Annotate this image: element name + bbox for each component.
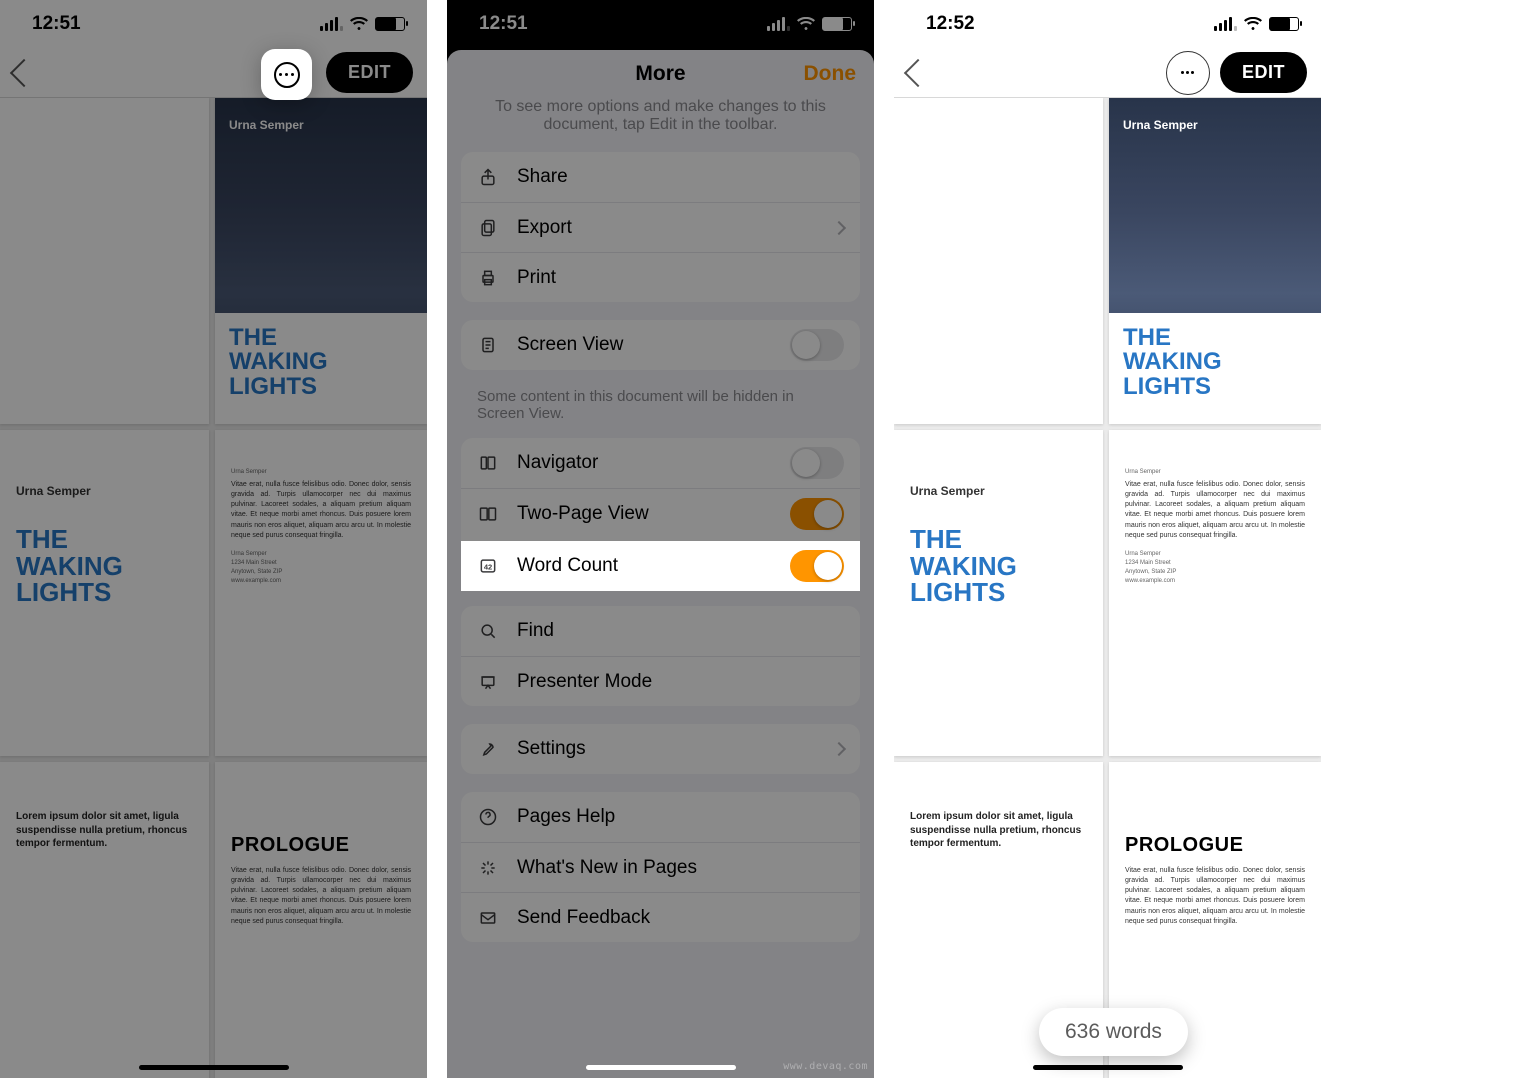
page-title: THE WAKING LIGHTS (910, 526, 1017, 606)
chevron-right-icon (832, 742, 846, 756)
ellipsis-icon (1181, 71, 1194, 74)
screen-view-note: Some content in this document will be hi… (447, 388, 874, 438)
share-icon (477, 166, 499, 188)
group-settings: Settings (461, 724, 860, 774)
hero-title: THE WAKING LIGHTS (229, 326, 328, 399)
battery-icon (375, 17, 405, 31)
status-time: 12:51 (32, 13, 81, 35)
wifi-icon (350, 17, 368, 31)
status-time: 12:51 (479, 13, 528, 35)
screen-view-icon (477, 334, 499, 356)
home-indicator[interactable] (586, 1065, 736, 1070)
status-bar: 12:52 (894, 0, 1321, 48)
toolbar: EDIT (894, 48, 1321, 98)
print-row[interactable]: Print (461, 252, 860, 302)
whats-new-row[interactable]: What's New in Pages (461, 842, 860, 892)
export-icon (477, 217, 499, 239)
word-count-icon: 42 (477, 555, 499, 577)
battery-icon (822, 17, 852, 31)
wifi-icon (797, 17, 815, 31)
sheet-hint: To see more options and make changes to … (447, 98, 874, 152)
presenter-row[interactable]: Presenter Mode (461, 656, 860, 706)
more-button[interactable] (1166, 51, 1210, 95)
mail-icon (477, 907, 499, 929)
screen-view-row[interactable]: Screen View (461, 320, 860, 370)
hero-author: Urna Semper (1123, 118, 1198, 132)
presenter-icon (477, 671, 499, 693)
ellipsis-icon (274, 62, 300, 88)
chevron-right-icon (832, 220, 846, 234)
toolbar: EDIT (0, 48, 427, 98)
word-count-toggle[interactable] (790, 550, 844, 582)
screen-view-toggle[interactable] (790, 329, 844, 361)
status-bar: 12:51 (0, 0, 427, 48)
help-icon (477, 806, 499, 828)
cellular-icon (320, 17, 343, 31)
screenshot-1: 12:51 EDIT Urna Semper THE (0, 0, 427, 1078)
print-icon (477, 267, 499, 289)
more-button-placeholder (218, 51, 262, 95)
hero-author: Urna Semper (229, 118, 304, 132)
screenshot-2: 12:51 More Done To see more options and … (447, 0, 874, 1078)
share-row[interactable]: Share (461, 152, 860, 202)
sheet-title: More (635, 62, 685, 86)
settings-row[interactable]: Settings (461, 724, 860, 774)
edit-button[interactable]: EDIT (1220, 52, 1307, 93)
export-row[interactable]: Export (461, 202, 860, 252)
edit-button[interactable]: EDIT (326, 52, 413, 93)
wrench-icon (477, 738, 499, 760)
word-count-row[interactable]: 42 Word Count (461, 541, 860, 591)
screenshot-3: 12:52 EDIT Urna Semper THE WA (894, 0, 1321, 1078)
watermark: www.devaq.com (783, 1061, 868, 1072)
two-page-toggle[interactable] (790, 498, 844, 530)
search-icon (477, 620, 499, 642)
status-time: 12:52 (926, 13, 975, 35)
page-title: THE WAKING LIGHTS (16, 526, 123, 606)
document-canvas[interactable]: Urna Semper THE WAKING LIGHTS Urna Sempe… (0, 98, 427, 1078)
wifi-icon (1244, 17, 1262, 31)
home-indicator[interactable] (139, 1065, 289, 1070)
document-canvas[interactable]: Urna Semper THE WAKING LIGHTS Urna Sempe… (894, 98, 1321, 1078)
home-indicator[interactable] (1033, 1065, 1183, 1070)
back-icon[interactable] (10, 58, 38, 86)
more-button[interactable] (261, 49, 312, 100)
status-bar: 12:51 (447, 0, 874, 48)
cellular-icon (767, 17, 790, 31)
navigator-row[interactable]: Navigator (461, 438, 860, 488)
done-button[interactable]: Done (804, 62, 857, 86)
hero-title: THE WAKING LIGHTS (1123, 326, 1222, 399)
help-row[interactable]: Pages Help (461, 792, 860, 842)
sparkle-icon (477, 857, 499, 879)
navigator-icon (477, 452, 499, 474)
back-icon[interactable] (904, 58, 932, 86)
feedback-row[interactable]: Send Feedback (461, 892, 860, 942)
cellular-icon (1214, 17, 1237, 31)
group-help: Pages Help What's New in Pages Send Feed… (461, 792, 860, 942)
navigator-toggle[interactable] (790, 447, 844, 479)
group-view: Screen View (461, 320, 860, 370)
group-share: Share Export Print (461, 152, 860, 302)
word-count-pill[interactable]: 636 words (1039, 1008, 1188, 1056)
find-row[interactable]: Find (461, 606, 860, 656)
two-page-row[interactable]: Two-Page View (461, 488, 860, 538)
two-page-icon (477, 503, 499, 525)
group-find: Find Presenter Mode (461, 606, 860, 706)
battery-icon (1269, 17, 1299, 31)
svg-text:42: 42 (484, 562, 492, 571)
